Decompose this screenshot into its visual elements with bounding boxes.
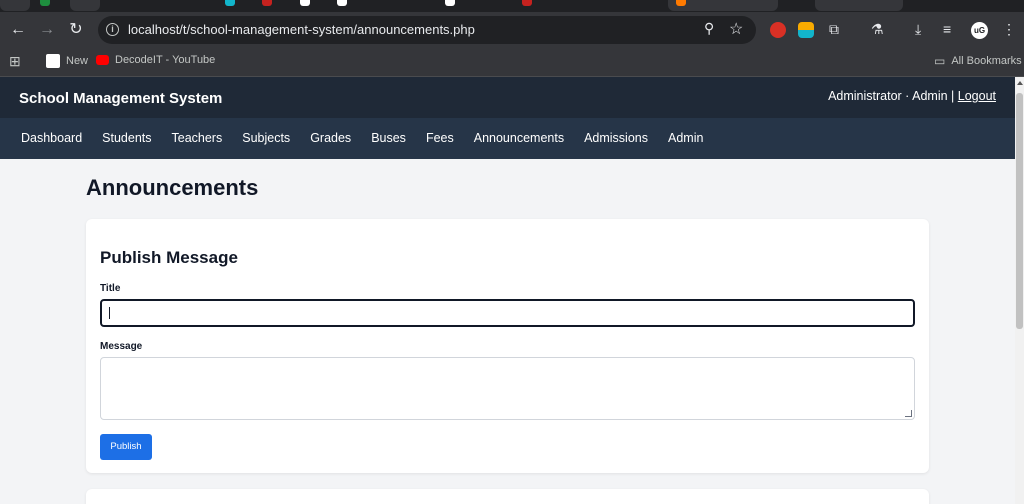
tab-favicon	[300, 0, 310, 6]
browser-tab[interactable]	[0, 0, 30, 11]
all-bookmarks[interactable]: ▭ All Bookmarks	[934, 54, 1022, 68]
bookmark-favicon	[46, 54, 60, 68]
zoom-icon[interactable]: ⚲	[704, 20, 714, 37]
tab-favicon	[225, 0, 235, 6]
forward-arrow-icon[interactable]: →	[37, 20, 57, 40]
logout-link[interactable]: Logout	[958, 89, 996, 103]
message-label: Message	[100, 341, 143, 352]
back-arrow-icon[interactable]: ←	[8, 20, 28, 40]
publish-card: Publish Message Title Message Publish	[86, 219, 929, 473]
user-area: Administrator · Admin | Logout	[828, 89, 996, 103]
nav-fees[interactable]: Fees	[426, 131, 454, 145]
scrollbar-thumb[interactable]	[1016, 93, 1023, 329]
resize-handle-icon[interactable]	[905, 410, 912, 417]
bookmark-new[interactable]: New	[46, 54, 88, 68]
nav-dashboard[interactable]: Dashboard	[21, 131, 82, 145]
user-label: Administrator · Admin |	[828, 89, 955, 103]
tab-favicon	[40, 0, 50, 6]
address-bar[interactable]: i localhost/t/school-management-system/a…	[98, 16, 756, 44]
nav-announcements[interactable]: Announcements	[474, 131, 564, 145]
all-bookmarks-label: All Bookmarks	[951, 55, 1022, 67]
announcements-list-card	[86, 489, 929, 504]
nav-subjects[interactable]: Subjects	[242, 131, 290, 145]
extension-icon[interactable]	[798, 22, 814, 38]
nav-admissions[interactable]: Admissions	[584, 131, 648, 145]
scroll-up-icon[interactable]	[1017, 81, 1023, 85]
download-icon[interactable]: ⤓	[915, 21, 921, 38]
tab-favicon	[676, 0, 686, 6]
title-input[interactable]	[100, 299, 915, 327]
browser-tab-strip	[0, 0, 1024, 12]
browser-tab[interactable]	[815, 0, 903, 11]
extension-shield-icon[interactable]	[770, 22, 786, 38]
bookmarks-bar: ⊞ New DecodeIT - YouTube ▭ All Bookmarks	[0, 48, 1024, 77]
text-caret	[109, 307, 110, 319]
bookmark-decodeit[interactable]: DecodeIT - YouTube	[96, 54, 215, 66]
profile-avatar[interactable]: uG	[971, 22, 988, 39]
page-title: Announcements	[86, 175, 259, 200]
site-info-icon[interactable]: i	[106, 23, 119, 36]
site-header: School Management System Administrator ·…	[0, 77, 1015, 118]
tab-favicon	[262, 0, 272, 6]
publish-button[interactable]: Publish	[100, 434, 152, 460]
nav-buses[interactable]: Buses	[371, 131, 406, 145]
page-viewport: School Management System Administrator ·…	[0, 77, 1015, 504]
nav-admin[interactable]: Admin	[668, 131, 703, 145]
folder-icon: ▭	[934, 54, 946, 68]
bookmark-star-icon[interactable]: ☆	[729, 19, 743, 39]
nav-grades[interactable]: Grades	[310, 131, 351, 145]
nav-teachers[interactable]: Teachers	[172, 131, 223, 145]
nav-students[interactable]: Students	[102, 131, 151, 145]
youtube-icon	[96, 55, 109, 65]
extensions-puzzle-icon[interactable]: ⧉	[829, 21, 839, 38]
title-label: Title	[100, 283, 121, 294]
tab-favicon	[337, 0, 347, 6]
browser-tab[interactable]	[70, 0, 100, 11]
message-textarea[interactable]	[100, 357, 915, 420]
media-icon[interactable]: ≡	[943, 21, 951, 37]
browser-toolbar: ← → ↻ i localhost/t/school-management-sy…	[0, 12, 1024, 48]
menu-kebab-icon[interactable]: ⋮	[1002, 21, 1016, 38]
tab-favicon	[522, 0, 532, 6]
bookmark-label: DecodeIT - YouTube	[115, 54, 216, 66]
url-text[interactable]: localhost/t/school-management-system/ann…	[128, 22, 475, 37]
page-scrollbar[interactable]	[1015, 77, 1024, 504]
main-nav: Dashboard Students Teachers Subjects Gra…	[0, 118, 1015, 159]
site-title: School Management System	[19, 90, 223, 107]
bookmark-label: New	[66, 55, 89, 67]
reload-icon[interactable]: ↻	[66, 20, 86, 40]
tab-favicon	[445, 0, 455, 6]
labs-icon[interactable]: ⚗	[871, 21, 884, 38]
apps-grid-icon[interactable]: ⊞	[9, 53, 21, 70]
form-heading: Publish Message	[100, 248, 238, 267]
